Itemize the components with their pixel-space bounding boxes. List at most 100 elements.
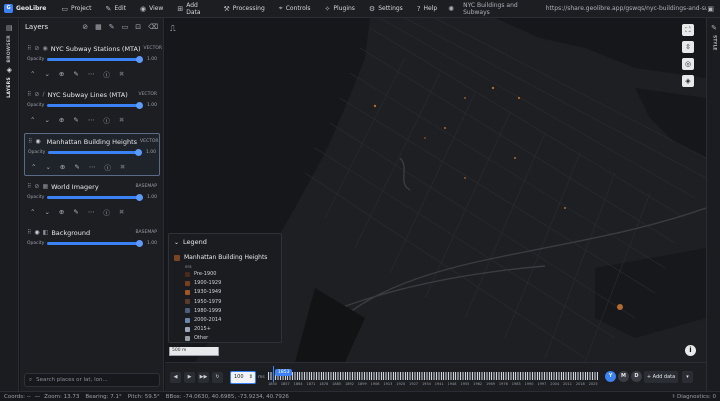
menu-edit[interactable]: ✎ Edit xyxy=(98,0,133,18)
layer-item-building-heights[interactable]: ⠿ ◉ Manhattan Building Heights VECTOR Op… xyxy=(24,133,160,176)
stepper-icon[interactable]: ⇕ xyxy=(249,372,255,383)
opacity-value: 1.00 xyxy=(146,103,157,108)
add-data-button[interactable]: + Add data xyxy=(644,371,678,383)
slider-knob[interactable] xyxy=(136,56,143,63)
zoom-to-layer-icon[interactable]: ⊕ xyxy=(59,208,64,216)
style-icon[interactable]: ✎ xyxy=(74,163,79,171)
move-down-icon[interactable]: ⌄ xyxy=(44,116,49,124)
eye-icon[interactable]: ◉ xyxy=(35,138,40,145)
style-icon[interactable]: ✎ xyxy=(73,116,78,124)
table-icon[interactable]: ▦ xyxy=(95,23,102,31)
move-down-icon[interactable]: ⌄ xyxy=(45,163,50,171)
add-folder-icon[interactable]: ▭ xyxy=(122,23,129,31)
legend-header[interactable]: ⌄ Legend xyxy=(174,237,276,247)
info-icon[interactable]: ⓘ xyxy=(103,69,110,79)
menu-settings[interactable]: ⚙ Settings xyxy=(362,0,410,18)
share-url[interactable]: https://share.geolibre.app/gswqs/nyc-bui… xyxy=(541,5,708,12)
info-icon[interactable]: ⓘ xyxy=(103,207,110,217)
style-brush-icon[interactable]: ✎ xyxy=(109,23,115,31)
drag-handle-icon[interactable]: ⠿ xyxy=(27,229,31,236)
diagnostics-icon: ⚕ xyxy=(672,393,676,400)
tab-style[interactable]: ✎ STYLE xyxy=(707,24,720,51)
more-icon[interactable]: ⋯ xyxy=(88,70,95,78)
day-mode-button[interactable]: D xyxy=(631,371,642,382)
info-icon[interactable]: ⓘ xyxy=(104,162,111,172)
slider-knob[interactable] xyxy=(136,102,143,109)
move-up-icon[interactable]: ⌃ xyxy=(30,116,35,124)
play-icon[interactable]: ▶ xyxy=(184,372,195,383)
remove-icon[interactable]: ⌫ xyxy=(148,23,158,31)
loop-icon[interactable]: ↻ xyxy=(212,372,223,383)
menu-plugins[interactable]: ✧ Plugins xyxy=(318,0,362,18)
menu-controls[interactable]: ⌖ Controls xyxy=(272,0,318,18)
attribution-icon[interactable]: i xyxy=(685,345,696,356)
sun-icon[interactable]: ✺ xyxy=(444,5,458,13)
opacity-slider[interactable] xyxy=(47,56,143,63)
drag-handle-icon[interactable]: ⠿ xyxy=(27,183,31,190)
app-logo[interactable]: G GeoLibre xyxy=(0,4,54,13)
zoom-to-layer-icon[interactable]: ⊕ xyxy=(60,163,65,171)
status-diagnostics[interactable]: ⚕ Diagnostics: 0 xyxy=(672,394,716,400)
opacity-slider[interactable] xyxy=(48,149,142,156)
menu-add-data[interactable]: ⊞ Add Data xyxy=(170,0,216,18)
timeline-track[interactable] xyxy=(268,372,598,380)
tab-browser[interactable]: ▤ BROWSER xyxy=(0,24,19,63)
panel-toggle-icon[interactable]: ▣ xyxy=(707,5,720,13)
fullscreen-icon[interactable]: ⛶ xyxy=(682,24,694,36)
eye-off-icon[interactable]: ⊘ xyxy=(34,91,39,98)
speed-input[interactable]: 100 ⇕ xyxy=(230,371,256,384)
delete-icon[interactable]: ✖ xyxy=(119,70,124,78)
more-icon[interactable]: ⋯ xyxy=(88,208,95,216)
layers-stack-icon[interactable]: ◈ xyxy=(682,75,694,87)
move-up-icon[interactable]: ⌃ xyxy=(30,70,35,78)
more-icon[interactable]: ⋯ xyxy=(88,116,95,124)
drag-handle-icon[interactable]: ⠿ xyxy=(28,138,32,145)
globe-icon[interactable]: ◎ xyxy=(682,58,694,70)
compass-icon[interactable]: ⇳ xyxy=(682,41,694,53)
delete-icon[interactable]: ✖ xyxy=(120,163,125,171)
move-down-icon[interactable]: ⌄ xyxy=(44,208,49,216)
delete-icon[interactable]: ✖ xyxy=(119,116,124,124)
opacity-slider[interactable] xyxy=(47,102,143,109)
zoom-all-icon[interactable]: ⊘ xyxy=(82,23,88,31)
month-mode-button[interactable]: M xyxy=(618,371,629,382)
drag-handle-icon[interactable]: ⠿ xyxy=(27,45,31,52)
menu-view[interactable]: ◉ View xyxy=(133,0,170,18)
menu-processing[interactable]: ⚒ Processing xyxy=(216,0,271,18)
more-icon[interactable]: ⋯ xyxy=(89,163,96,171)
skip-forward-icon[interactable]: ▶▶ xyxy=(198,372,209,383)
move-down-icon[interactable]: ⌄ xyxy=(44,70,49,78)
style-icon[interactable]: ✎ xyxy=(73,208,78,216)
eye-off-icon[interactable]: ⊘ xyxy=(34,45,39,52)
menu-project[interactable]: ▭ Project xyxy=(54,0,98,18)
eye-icon[interactable]: ◉ xyxy=(34,229,39,236)
collapse-icon[interactable]: ⌄ xyxy=(174,239,179,246)
eye-off-icon[interactable]: ⊘ xyxy=(34,183,39,190)
delete-icon[interactable]: ✖ xyxy=(119,208,124,216)
layer-item-world-imagery[interactable]: ⠿ ⊘ ▦ World Imagery BASEMAP Opacity 1.00… xyxy=(24,179,160,222)
skip-back-icon[interactable]: ◀ xyxy=(170,372,181,383)
layer-item-background[interactable]: ⠿ ◉ ◧ Background BASEMAP Opacity 1.00 xyxy=(24,225,160,268)
menu-help[interactable]: ? Help xyxy=(410,0,444,18)
location-search[interactable]: ⌕ Search places or lat, lon... xyxy=(24,373,160,387)
opacity-slider[interactable] xyxy=(47,194,143,201)
layer-item-subway-stations[interactable]: ⠿ ⊘ ◉ NYC Subway Stations (MTA) VECTOR O… xyxy=(24,41,162,84)
slider-knob[interactable] xyxy=(136,194,143,201)
opacity-slider[interactable] xyxy=(47,240,143,247)
map-book-icon[interactable]: ⎍ xyxy=(170,24,176,34)
zoom-to-layer-icon[interactable]: ⊕ xyxy=(59,70,64,78)
move-up-icon[interactable]: ⌃ xyxy=(30,208,35,216)
timeline-marker[interactable] xyxy=(273,366,274,382)
slider-knob[interactable] xyxy=(135,149,142,156)
drag-handle-icon[interactable]: ⠿ xyxy=(27,91,31,98)
open-folder-icon[interactable]: ⊡ xyxy=(135,23,141,31)
move-up-icon[interactable]: ⌃ xyxy=(31,163,36,171)
style-icon[interactable]: ✎ xyxy=(73,70,78,78)
chevron-down-icon[interactable]: ▾ xyxy=(682,371,693,383)
zoom-to-layer-icon[interactable]: ⊕ xyxy=(59,116,64,124)
tab-layers[interactable]: ◈ LAYERS xyxy=(0,66,19,98)
year-mode-button[interactable]: Y xyxy=(605,371,616,382)
slider-knob[interactable] xyxy=(136,240,143,247)
info-icon[interactable]: ⓘ xyxy=(103,115,110,125)
layer-item-subway-lines[interactable]: ⠿ ⊘ ∕ NYC Subway Lines (MTA) VECTOR Opac… xyxy=(24,87,160,130)
